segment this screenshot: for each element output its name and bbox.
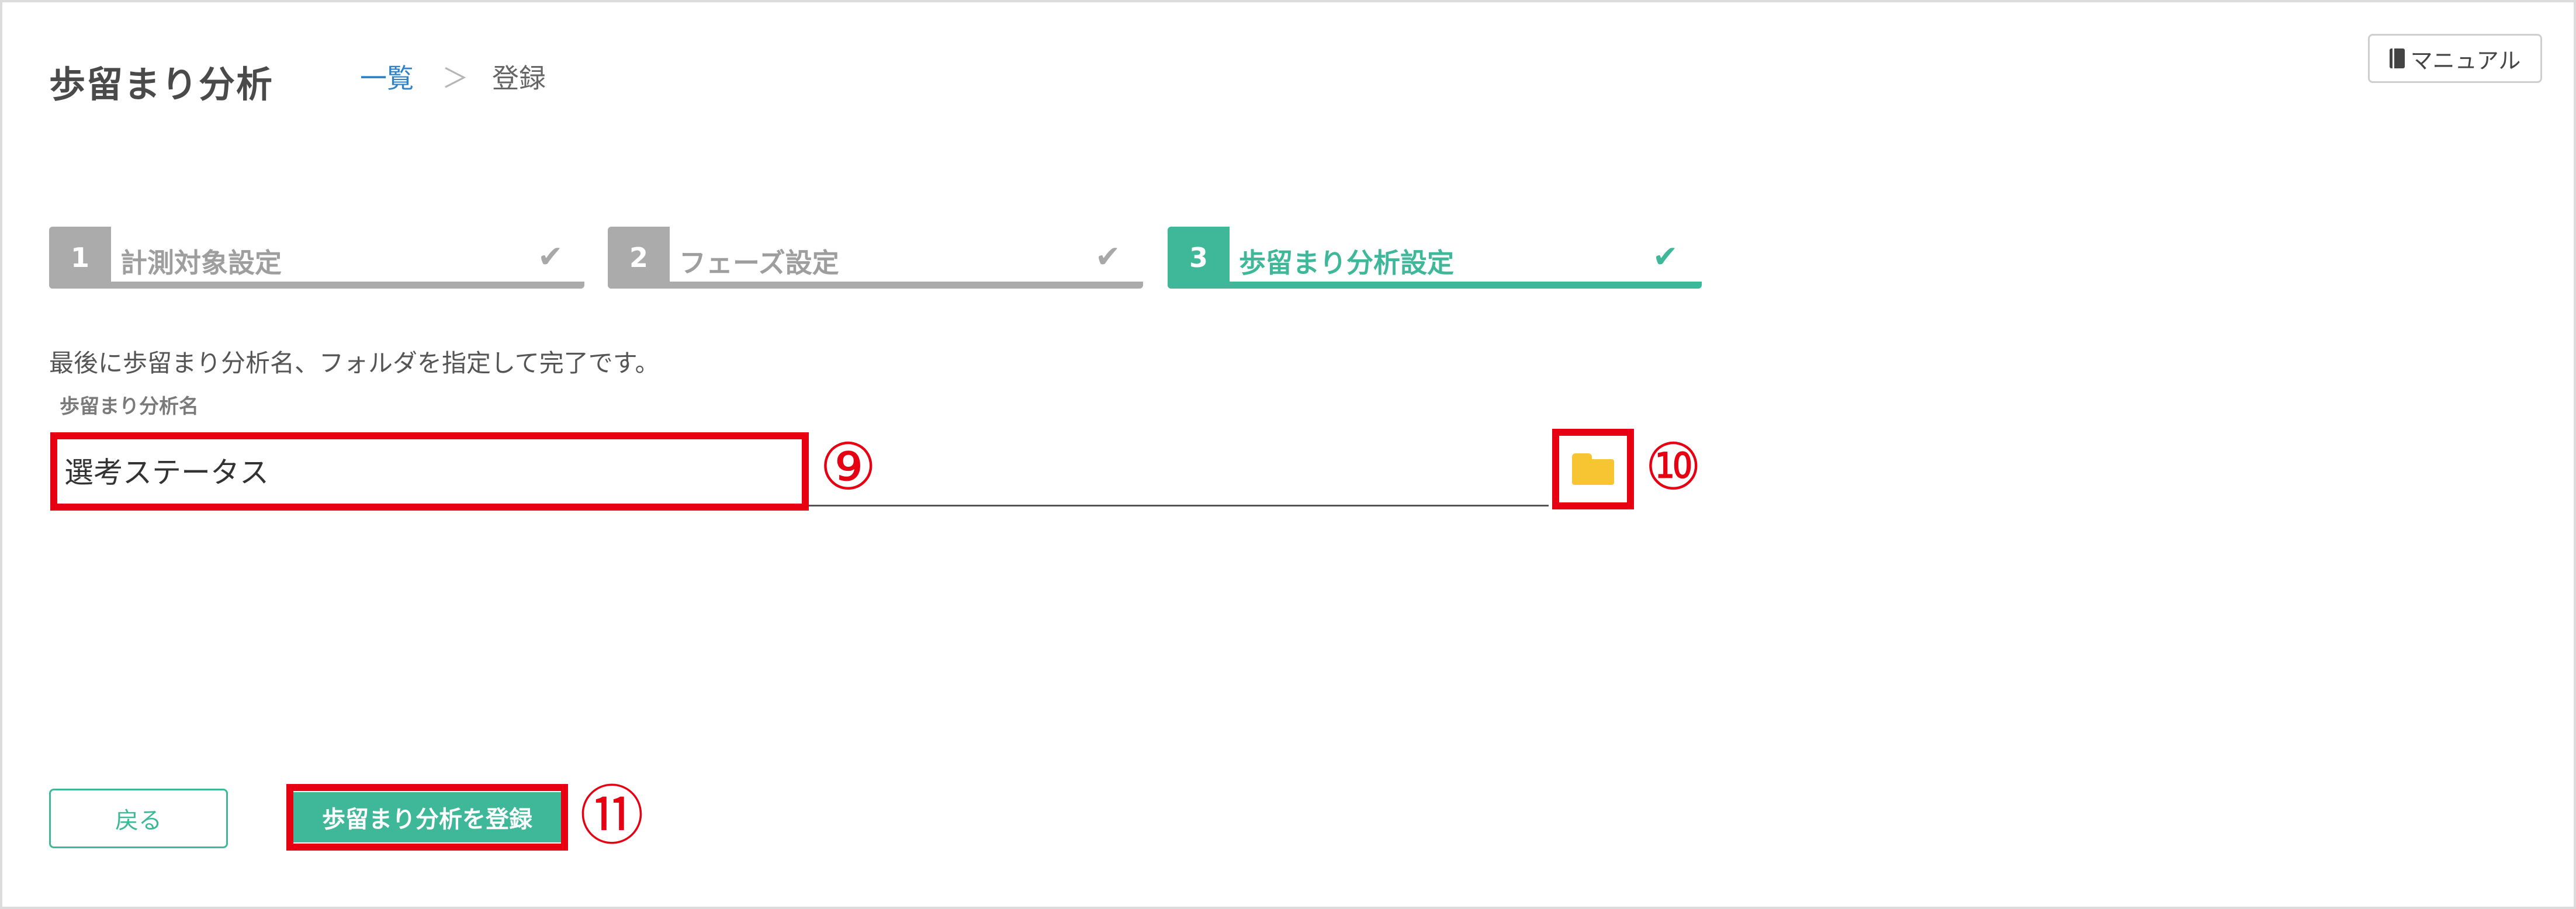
step-2: 2 フェーズ設定 ✔	[608, 227, 1143, 289]
step-2-bar	[608, 282, 1143, 289]
back-button[interactable]: 戻る	[49, 789, 228, 848]
book-icon	[2389, 48, 2405, 68]
step-2-number: 2	[608, 227, 670, 289]
step-3: 3 歩留まり分析設定 ✔	[1168, 227, 1702, 289]
instruction-text: 最後に歩留まり分析名、フォルダを指定して完了です。	[49, 349, 660, 377]
step-1-number: 1	[49, 227, 111, 289]
step-3-number: 3	[1168, 227, 1230, 289]
analysis-name-label: 歩留まり分析名	[60, 395, 199, 418]
manual-button[interactable]: マニュアル	[2368, 34, 2542, 83]
step-1: 1 計測対象設定 ✔	[49, 227, 584, 289]
step-1-label: 計測対象設定	[120, 247, 282, 279]
step-1-bar	[49, 282, 584, 289]
highlight-box-folder	[1552, 429, 1634, 509]
callout-9: ⑨	[819, 429, 877, 504]
check-icon: ✔	[1653, 240, 1678, 275]
page-title: 歩留まり分析	[49, 63, 274, 106]
breadcrumb-current: 登録	[492, 63, 546, 94]
highlight-box-name-input	[50, 432, 809, 511]
step-3-label: 歩留まり分析設定	[1239, 247, 1454, 279]
check-icon: ✔	[538, 240, 563, 275]
step-3-bar	[1168, 282, 1702, 289]
step-2-label: フェーズ設定	[679, 247, 839, 279]
manual-label: マニュアル	[2410, 48, 2521, 74]
check-icon: ✔	[1095, 240, 1121, 275]
breadcrumb: 一覧 ＞ 登録	[360, 57, 546, 96]
breadcrumb-separator-icon: ＞	[442, 63, 469, 94]
callout-11: ⑪	[580, 779, 644, 854]
highlight-box-register	[286, 784, 568, 851]
callout-10: ⑩	[1644, 429, 1702, 504]
breadcrumb-list-link[interactable]: 一覧	[360, 57, 414, 96]
